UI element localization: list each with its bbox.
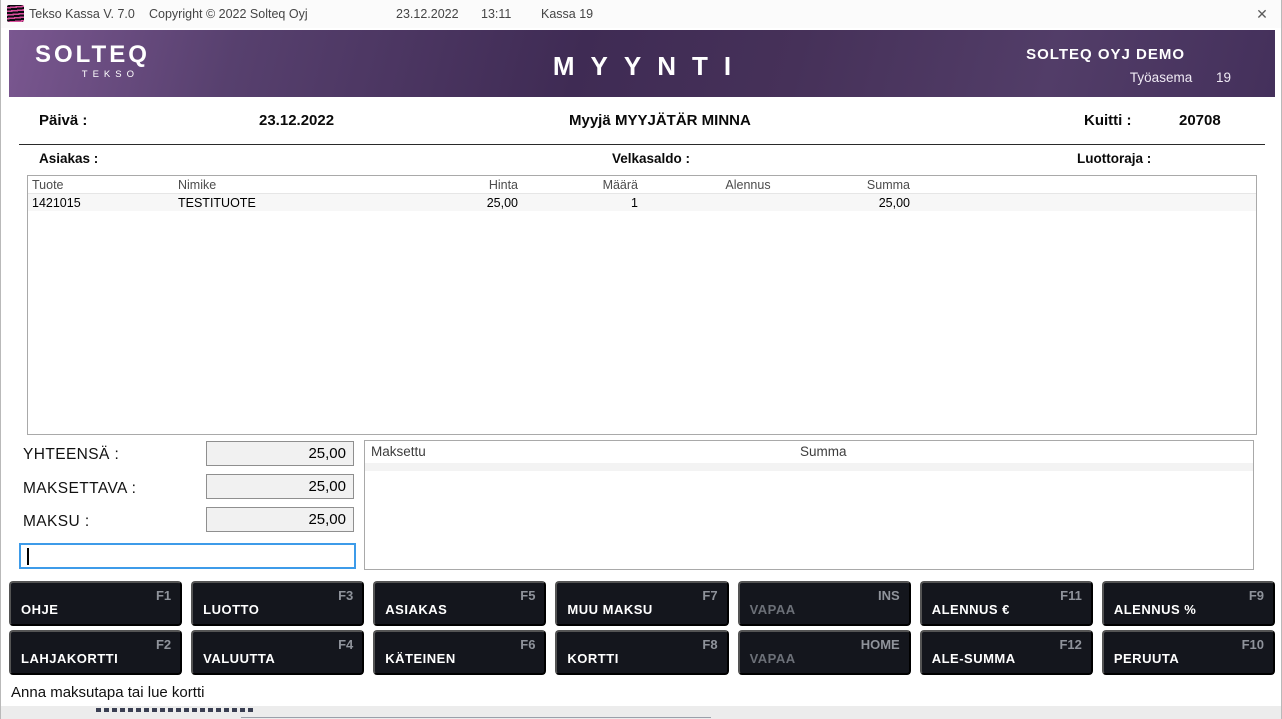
alennus-percent-button[interactable]: ALENNUS % F9: [1102, 581, 1275, 626]
seller-value: MYYJÄTÄR MINNA: [615, 112, 751, 129]
text-cursor: [27, 548, 29, 565]
titlebar-time: 13:11: [481, 7, 511, 21]
titlebar-date: 23.12.2022: [396, 7, 459, 21]
col-header-maara: Määrä: [522, 178, 642, 192]
payment-entry-input[interactable]: [19, 543, 356, 569]
window-title: Tekso Kassa V. 7.0: [29, 7, 135, 21]
cell-product-name: TESTITUOTE: [174, 196, 404, 210]
kateinen-button[interactable]: KÄTEINEN F6: [373, 630, 546, 675]
divider-line: [19, 144, 1265, 145]
credit-limit-label: Luottoraja :: [1077, 151, 1151, 166]
workstation-info: Työasema 19: [1130, 70, 1231, 85]
payable-label: MAKSETTAVA :: [23, 480, 136, 498]
clipped-background-text: [96, 708, 256, 712]
payment-value-box: 25,00: [206, 507, 354, 532]
lahjakortti-button[interactable]: LAHJAKORTTI F2: [9, 630, 182, 675]
date-value: 23.12.2022: [259, 112, 334, 129]
col-header-summa: Summa: [854, 178, 914, 192]
total-label: YHTEENSÄ :: [23, 446, 119, 464]
table-header-row: Tuote Nimike Hinta Määrä Alennus Summa: [28, 176, 1256, 194]
workstation-label: Työasema: [1130, 70, 1192, 85]
title-bar: Tekso Kassa V. 7.0 Copyright © 2022 Solt…: [1, 0, 1281, 28]
table-row[interactable]: 1421015 TESTITUOTE 25,00 1 25,00: [28, 194, 1256, 211]
receipt-items-table: Tuote Nimike Hinta Määrä Alennus Summa 1…: [27, 175, 1257, 435]
ale-summa-button[interactable]: ALE-SUMMA F12: [920, 630, 1093, 675]
receipt-label: Kuitti :: [1084, 112, 1131, 129]
date-label: Päivä :: [39, 112, 87, 129]
valuutta-button[interactable]: VALUUTTA F4: [191, 630, 364, 675]
company-name: SOLTEQ OYJ DEMO: [1026, 46, 1185, 63]
col-header-tuote: Tuote: [28, 178, 174, 192]
asiakas-button[interactable]: ASIAKAS F5: [373, 581, 546, 626]
kortti-button[interactable]: KORTTI F8: [555, 630, 728, 675]
vapaa-home-button[interactable]: VAPAA HOME: [738, 630, 911, 675]
cell-quantity: 1: [522, 196, 642, 210]
app-header: SOLTEQ TEKSO MYYNTI SOLTEQ OYJ DEMO Työa…: [9, 30, 1275, 97]
paid-column-header: Maksettu: [371, 444, 426, 459]
muu-maksu-button[interactable]: MUU MAKSU F7: [555, 581, 728, 626]
background-window-edge: [241, 717, 711, 718]
customer-label: Asiakas :: [39, 151, 98, 166]
payments-list-stripe: [365, 463, 1253, 471]
seller-label: Myyjä :: [569, 112, 620, 129]
sum-column-header: Summa: [800, 444, 847, 459]
app-icon: [7, 5, 24, 22]
pos-app-window: Tekso Kassa V. 7.0 Copyright © 2022 Solt…: [0, 0, 1282, 719]
total-value-box: 25,00: [206, 441, 354, 466]
col-header-nimike: Nimike: [174, 178, 404, 192]
close-icon[interactable]: ✕: [1253, 5, 1271, 23]
receipt-number: 20708: [1179, 112, 1221, 129]
cell-product-code: 1421015: [28, 196, 174, 210]
status-bar: Anna maksutapa tai lue kortti: [1, 678, 1281, 706]
alennus-euro-button[interactable]: ALENNUS € F11: [920, 581, 1093, 626]
titlebar-register: Kassa 19: [541, 7, 593, 21]
status-message: Anna maksutapa tai lue kortti: [11, 684, 204, 701]
luotto-button[interactable]: LUOTTO F3: [191, 581, 364, 626]
function-key-grid: OHJE F1 LUOTTO F3 ASIAKAS F5 MUU MAKSU F…: [9, 581, 1275, 675]
background-taskbar-strip: [1, 706, 1281, 719]
peruuta-button[interactable]: PERUUTA F10: [1102, 630, 1275, 675]
cell-price: 25,00: [404, 196, 522, 210]
cell-sum: 25,00: [854, 196, 914, 210]
col-header-alennus: Alennus: [642, 178, 854, 192]
copyright-text: Copyright © 2022 Solteq Oyj: [149, 7, 308, 21]
ohje-button[interactable]: OHJE F1: [9, 581, 182, 626]
vapaa-ins-button[interactable]: VAPAA INS: [738, 581, 911, 626]
debt-balance-label: Velkasaldo :: [612, 151, 690, 166]
payments-panel: Maksettu Summa: [364, 440, 1254, 570]
workstation-number: 19: [1216, 70, 1231, 85]
col-header-hinta: Hinta: [404, 178, 522, 192]
payable-value-box: 25,00: [206, 474, 354, 499]
payment-label: MAKSU :: [23, 513, 90, 531]
